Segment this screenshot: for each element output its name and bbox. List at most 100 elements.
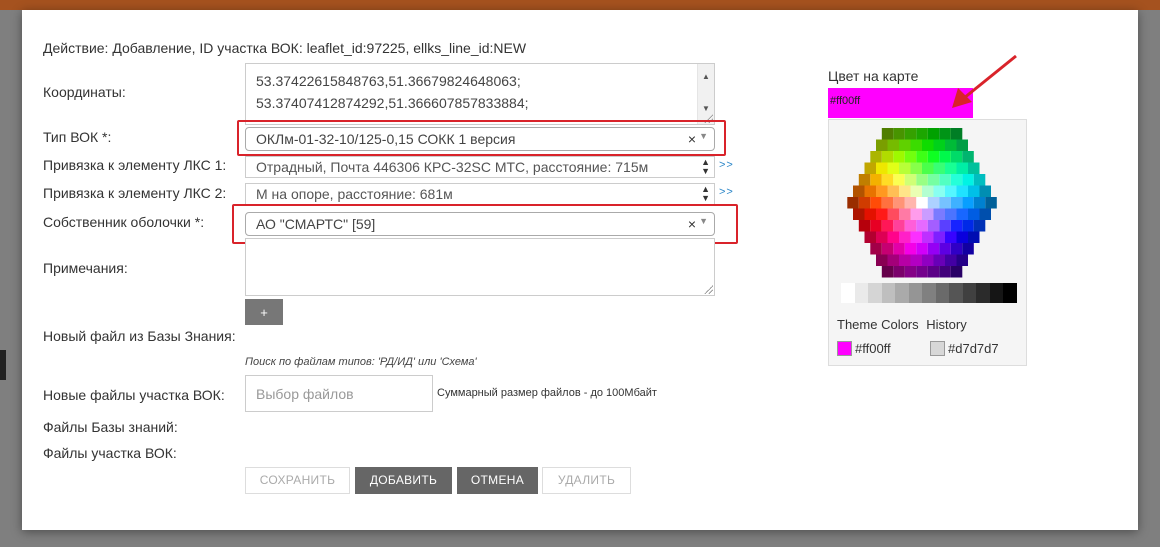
section-files-label: Файлы участка ВОК: (43, 445, 177, 461)
lks-link-2-select[interactable]: М на опоре, расстояние: 681м ▲ ▼ (245, 183, 715, 205)
file-size-note: Суммарный размер файлов - до 100Мбайт (437, 387, 657, 399)
new-files-label: Новые файлы участка ВОК: (43, 387, 225, 403)
color-cell (858, 197, 871, 209)
gray-cell[interactable] (868, 283, 882, 303)
color-cell (870, 243, 882, 255)
color-cell (881, 220, 894, 232)
color-cell (916, 243, 928, 255)
color-cell (945, 231, 957, 243)
add-kb-file-button[interactable]: + (245, 299, 283, 325)
color-cell (922, 139, 934, 151)
notes-textarea[interactable] (245, 238, 715, 296)
add-button[interactable]: ДОБАВИТЬ (355, 467, 452, 494)
kb-file-hint: Поиск по файлам типов: 'РД/ИД' или 'Схем… (245, 356, 477, 368)
color-cell (968, 208, 980, 220)
lks-link-1-select[interactable]: Отрадный, Почта 446306 КРС-32SC МТС, рас… (245, 156, 715, 178)
lks-link-1-value: Отрадный, Почта 446306 КРС-32SC МТС, рас… (256, 159, 649, 175)
lks-link-2-more-link[interactable]: >> (719, 186, 734, 198)
scroll-up-icon[interactable]: ▲ (702, 66, 710, 88)
swatch-color[interactable] (930, 341, 945, 356)
app-top-bar (0, 0, 1160, 10)
gray-cell[interactable] (1003, 283, 1017, 303)
color-cell (887, 162, 899, 174)
gray-cell[interactable] (922, 283, 936, 303)
gray-cell[interactable] (935, 283, 949, 303)
color-cell (985, 197, 997, 209)
gray-cell[interactable] (962, 283, 976, 303)
gray-cell[interactable] (895, 283, 909, 303)
color-cell (870, 174, 882, 186)
gray-cell[interactable] (881, 283, 895, 303)
color-cell (887, 231, 899, 243)
color-cell (916, 174, 928, 186)
coordinate-line: 53.37407412874292,51.366607857833884; (256, 95, 529, 111)
coordinate-line: 53.37422615848763,51.36679824648063; (256, 73, 521, 89)
color-hexagon[interactable] (842, 128, 1017, 278)
color-cell (950, 243, 963, 255)
gray-cell[interactable] (841, 283, 855, 303)
gray-cell[interactable] (854, 283, 868, 303)
color-cell (956, 254, 968, 266)
color-cell (876, 208, 888, 220)
tab-theme-colors[interactable]: Theme Colors (837, 317, 919, 332)
lks-link-1-more-link[interactable]: >> (719, 159, 734, 171)
color-cell (916, 197, 928, 209)
color-cell (916, 220, 928, 232)
color-cell (899, 185, 911, 197)
coordinates-textarea[interactable]: 53.37422615848763,51.36679824648063; 53.… (245, 63, 715, 125)
lks-link-2-label: Привязка к элементу ЛКС 2: (43, 185, 227, 201)
color-cell (927, 151, 940, 163)
color-cell (973, 197, 986, 209)
color-cell (933, 162, 945, 174)
lks-link-1-label: Привязка к элементу ЛКС 1: (43, 157, 227, 173)
color-cell (945, 208, 957, 220)
swatch-label: #ff00ff (855, 341, 891, 356)
color-cell (945, 254, 957, 266)
spinner-arrows-icon: ▲ ▼ (701, 157, 710, 176)
color-cell (887, 254, 899, 266)
color-cell (968, 162, 980, 174)
tab-history[interactable]: History (926, 317, 966, 332)
history-swatch[interactable]: #ff00ff (837, 341, 891, 356)
color-cell (904, 220, 917, 232)
color-cell (939, 266, 951, 278)
color-cell (881, 266, 894, 278)
grayscale-row[interactable] (841, 283, 1017, 303)
vok-type-label: Тип ВОК *: (43, 129, 112, 145)
file-chooser[interactable]: Выбор файлов (245, 375, 433, 412)
delete-button[interactable]: УДАЛИТЬ (542, 467, 631, 494)
highlight-vok-type (237, 120, 726, 156)
resize-handle-icon[interactable] (703, 284, 713, 294)
color-cell (922, 185, 934, 197)
swatch-color[interactable] (837, 341, 852, 356)
color-cell (962, 151, 974, 163)
color-cell (887, 208, 899, 220)
color-cell (881, 174, 894, 186)
color-cell (968, 185, 980, 197)
color-cell (910, 139, 922, 151)
color-cell (864, 231, 876, 243)
color-cell (927, 243, 940, 255)
history-swatch[interactable]: #d7d7d7 (930, 341, 999, 356)
color-cell (956, 208, 968, 220)
action-info: Действие: Добавление, ID участка ВОК: le… (43, 40, 527, 56)
color-cell (922, 231, 934, 243)
backdrop-element (0, 350, 6, 380)
color-cell (910, 185, 922, 197)
color-cell (858, 220, 871, 232)
owner-label: Собственник оболочки *: (43, 214, 205, 230)
color-cell (950, 151, 963, 163)
color-cell (893, 174, 905, 186)
gray-cell[interactable] (908, 283, 922, 303)
cancel-button[interactable]: ОТМЕНА (457, 467, 538, 494)
gray-cell[interactable] (976, 283, 990, 303)
color-cell (922, 162, 934, 174)
color-cell (962, 243, 974, 255)
color-cell (933, 208, 945, 220)
color-cell (927, 174, 940, 186)
color-cell (916, 128, 928, 140)
color-cell (939, 243, 951, 255)
save-button[interactable]: СОХРАНИТЬ (245, 467, 350, 494)
gray-cell[interactable] (989, 283, 1003, 303)
gray-cell[interactable] (949, 283, 963, 303)
